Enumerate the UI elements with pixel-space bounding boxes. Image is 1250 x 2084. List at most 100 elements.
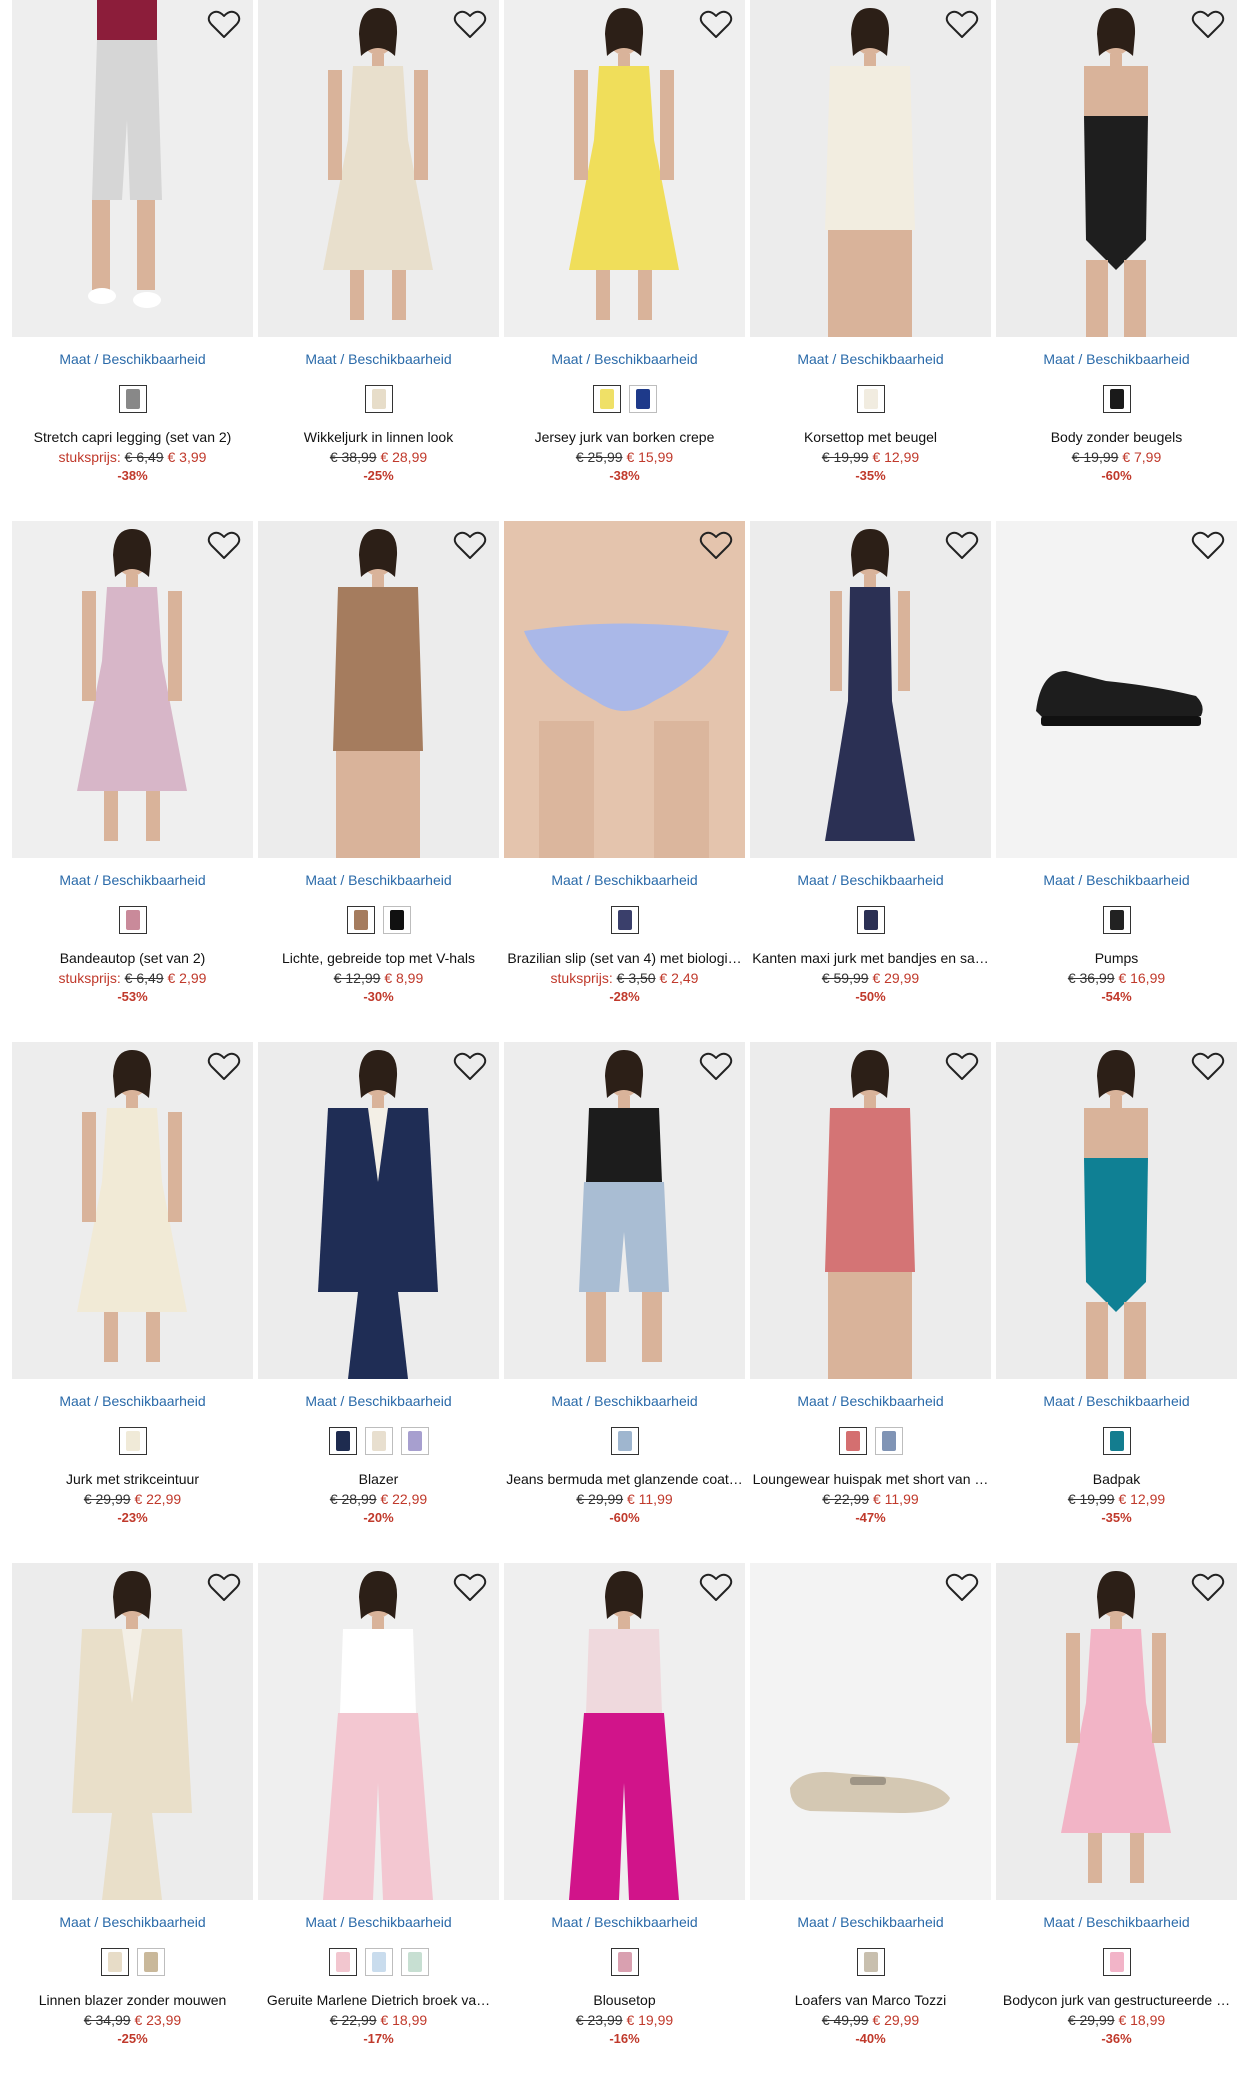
size-availability-link[interactable]: Maat / Beschikbaarheid <box>996 350 1237 368</box>
product-name[interactable]: Korsettop met beugel <box>750 428 991 447</box>
heart-icon[interactable] <box>1191 531 1225 561</box>
product-card[interactable]: Maat / Beschikbaarheid Loungewear huispa… <box>750 1042 991 1563</box>
product-name[interactable]: Blazer <box>258 1470 499 1489</box>
product-image[interactable] <box>12 1042 253 1379</box>
size-availability-link[interactable]: Maat / Beschikbaarheid <box>996 871 1237 889</box>
heart-icon[interactable] <box>699 10 733 40</box>
product-image[interactable] <box>258 0 499 337</box>
product-image[interactable] <box>750 1042 991 1379</box>
size-availability-link[interactable]: Maat / Beschikbaarheid <box>504 1392 745 1410</box>
color-swatch[interactable] <box>364 385 393 413</box>
product-name[interactable]: Bandeautop (set van 2) <box>12 949 253 968</box>
product-name[interactable]: Bodycon jurk van gestructureerde … <box>996 1991 1237 2010</box>
size-availability-link[interactable]: Maat / Beschikbaarheid <box>750 1913 991 1931</box>
product-name[interactable]: Blousetop <box>504 1991 745 2010</box>
product-image[interactable] <box>258 1563 499 1900</box>
color-swatch[interactable] <box>400 1427 429 1455</box>
product-name[interactable]: Jurk met strikceintuur <box>12 1470 253 1489</box>
product-card[interactable]: Maat / Beschikbaarheid Jurk met strikcei… <box>12 1042 253 1563</box>
product-image[interactable] <box>12 521 253 858</box>
product-card[interactable]: Maat / Beschikbaarheid Bandeautop (set v… <box>12 521 253 1042</box>
heart-icon[interactable] <box>207 1052 241 1082</box>
size-availability-link[interactable]: Maat / Beschikbaarheid <box>12 1913 253 1931</box>
product-image[interactable] <box>750 521 991 858</box>
product-name[interactable]: Geruite Marlene Dietrich broek va… <box>258 1991 499 2010</box>
heart-icon[interactable] <box>207 10 241 40</box>
heart-icon[interactable] <box>945 1052 979 1082</box>
heart-icon[interactable] <box>453 10 487 40</box>
product-card[interactable]: Maat / Beschikbaarheid Jeans bermuda met… <box>504 1042 745 1563</box>
product-image[interactable] <box>750 1563 991 1900</box>
product-card[interactable]: Maat / Beschikbaarheid Linnen blazer zon… <box>12 1563 253 2084</box>
product-image[interactable] <box>504 521 745 858</box>
color-swatch[interactable] <box>838 1427 867 1455</box>
heart-icon[interactable] <box>207 1573 241 1603</box>
color-swatch[interactable] <box>1102 906 1131 934</box>
color-swatch[interactable] <box>400 1948 429 1976</box>
color-swatch[interactable] <box>856 1948 885 1976</box>
color-swatch[interactable] <box>346 906 375 934</box>
color-swatch[interactable] <box>1102 1948 1131 1976</box>
size-availability-link[interactable]: Maat / Beschikbaarheid <box>258 1392 499 1410</box>
product-name[interactable]: Stretch capri legging (set van 2) <box>12 428 253 447</box>
product-name[interactable]: Loafers van Marco Tozzi <box>750 1991 991 2010</box>
heart-icon[interactable] <box>1191 1052 1225 1082</box>
product-card[interactable]: Maat / Beschikbaarheid Kanten maxi jurk … <box>750 521 991 1042</box>
product-card[interactable]: Maat / Beschikbaarheid Pumps € 36,99 € 1… <box>996 521 1237 1042</box>
heart-icon[interactable] <box>1191 1573 1225 1603</box>
product-image[interactable] <box>750 0 991 337</box>
product-name[interactable]: Jersey jurk van borken crepe <box>504 428 745 447</box>
size-availability-link[interactable]: Maat / Beschikbaarheid <box>504 1913 745 1931</box>
product-name[interactable]: Pumps <box>996 949 1237 968</box>
product-card[interactable]: Maat / Beschikbaarheid Brazilian slip (s… <box>504 521 745 1042</box>
color-swatch[interactable] <box>100 1948 129 1976</box>
size-availability-link[interactable]: Maat / Beschikbaarheid <box>12 871 253 889</box>
product-card[interactable]: Maat / Beschikbaarheid Body zonder beuge… <box>996 0 1237 521</box>
color-swatch[interactable] <box>1102 1427 1131 1455</box>
color-swatch[interactable] <box>610 906 639 934</box>
heart-icon[interactable] <box>453 1052 487 1082</box>
product-name[interactable]: Kanten maxi jurk met bandjes en sa… <box>750 949 991 968</box>
product-card[interactable]: Maat / Beschikbaarheid Lichte, gebreide … <box>258 521 499 1042</box>
color-swatch[interactable] <box>118 385 147 413</box>
size-availability-link[interactable]: Maat / Beschikbaarheid <box>504 871 745 889</box>
size-availability-link[interactable]: Maat / Beschikbaarheid <box>258 350 499 368</box>
product-image[interactable] <box>258 1042 499 1379</box>
product-name[interactable]: Loungewear huispak met short van … <box>750 1470 991 1489</box>
size-availability-link[interactable]: Maat / Beschikbaarheid <box>750 1392 991 1410</box>
product-card[interactable]: Maat / Beschikbaarheid Blousetop € 23,99… <box>504 1563 745 2084</box>
heart-icon[interactable] <box>699 1052 733 1082</box>
color-swatch[interactable] <box>364 1948 393 1976</box>
color-swatch[interactable] <box>856 385 885 413</box>
color-swatch[interactable] <box>118 1427 147 1455</box>
color-swatch[interactable] <box>592 385 621 413</box>
product-card[interactable]: Maat / Beschikbaarheid Bodycon jurk van … <box>996 1563 1237 2084</box>
product-image[interactable] <box>996 1563 1237 1900</box>
color-swatch[interactable] <box>874 1427 903 1455</box>
product-image[interactable] <box>504 1042 745 1379</box>
product-image[interactable] <box>258 521 499 858</box>
size-availability-link[interactable]: Maat / Beschikbaarheid <box>750 871 991 889</box>
product-name[interactable]: Brazilian slip (set van 4) met biologi… <box>504 949 745 968</box>
color-swatch[interactable] <box>610 1427 639 1455</box>
product-card[interactable]: Maat / Beschikbaarheid Loafers van Marco… <box>750 1563 991 2084</box>
product-image[interactable] <box>504 1563 745 1900</box>
size-availability-link[interactable]: Maat / Beschikbaarheid <box>258 1913 499 1931</box>
color-swatch[interactable] <box>382 906 411 934</box>
color-swatch[interactable] <box>628 385 657 413</box>
size-availability-link[interactable]: Maat / Beschikbaarheid <box>996 1392 1237 1410</box>
size-availability-link[interactable]: Maat / Beschikbaarheid <box>258 871 499 889</box>
product-image[interactable] <box>12 0 253 337</box>
product-name[interactable]: Badpak <box>996 1470 1237 1489</box>
color-swatch[interactable] <box>328 1427 357 1455</box>
heart-icon[interactable] <box>207 531 241 561</box>
product-card[interactable]: Maat / Beschikbaarheid Badpak € 19,99 € … <box>996 1042 1237 1563</box>
color-swatch[interactable] <box>856 906 885 934</box>
product-image[interactable] <box>504 0 745 337</box>
size-availability-link[interactable]: Maat / Beschikbaarheid <box>12 1392 253 1410</box>
product-image[interactable] <box>996 0 1237 337</box>
product-name[interactable]: Linnen blazer zonder mouwen <box>12 1991 253 2010</box>
color-swatch[interactable] <box>364 1427 393 1455</box>
product-name[interactable]: Lichte, gebreide top met V-hals <box>258 949 499 968</box>
product-card[interactable]: Maat / Beschikbaarheid Blazer € 28,99 € … <box>258 1042 499 1563</box>
